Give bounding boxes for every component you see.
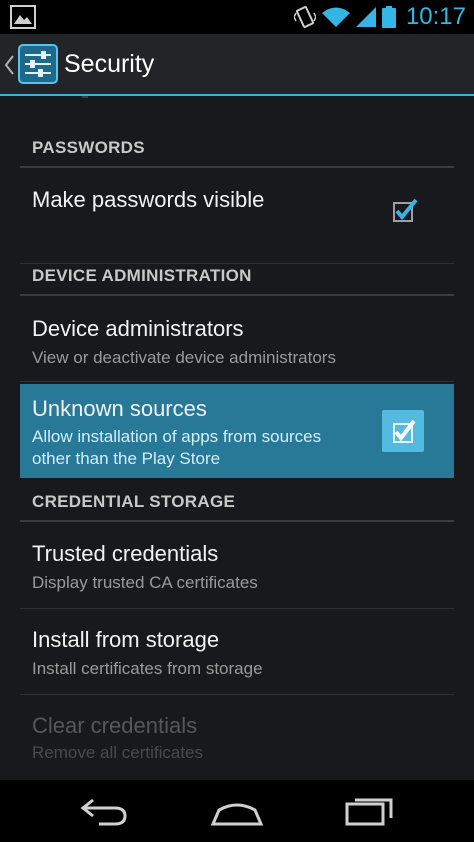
pref-title: Make passwords visible	[32, 187, 265, 212]
section-header-label: PASSWORDS	[32, 138, 145, 157]
section-header-device-administration: DEVICE ADMINISTRATION	[20, 256, 454, 296]
home-icon[interactable]	[209, 794, 265, 828]
action-bar: Security	[0, 34, 474, 96]
pref-trusted-credentials[interactable]: Trusted credentials Display trusted CA c…	[20, 524, 454, 609]
pref-make-passwords-visible[interactable]: Make passwords visible	[20, 170, 454, 264]
chevron-left-icon	[4, 55, 14, 75]
pref-summary-line-2: other than the Play Store	[32, 449, 221, 468]
section-header-label: DEVICE ADMINISTRATION	[32, 266, 252, 285]
status-clock: 10:17	[405, 3, 466, 30]
pref-clear-credentials: Clear credentials Remove all certificate…	[20, 696, 454, 780]
pref-summary: Remove all certificates	[32, 743, 204, 762]
status-icons: 10:17	[293, 3, 466, 31]
battery-icon	[381, 6, 396, 28]
pref-summary: Display trusted CA certificates	[32, 573, 258, 592]
vibrate-icon	[293, 6, 316, 28]
pref-title: Trusted credentials	[32, 541, 219, 566]
scrolled-item-edge	[82, 96, 88, 98]
section-header-passwords: PASSWORDS	[20, 128, 454, 168]
section-header-label: CREDENTIAL STORAGE	[32, 492, 236, 511]
pref-title: Install from storage	[32, 627, 220, 652]
checkbox-checked-icon[interactable]	[382, 410, 424, 452]
cell-signal-icon	[355, 7, 376, 27]
pref-summary: Install certificates from storage	[32, 659, 263, 678]
checkbox-checked-icon[interactable]	[392, 197, 418, 223]
section-header-credential-storage: CREDENTIAL STORAGE	[20, 482, 454, 522]
pref-summary-line-1: Allow installation of apps from sources	[32, 427, 322, 446]
gallery-notification-icon	[10, 5, 36, 29]
pref-device-administrators[interactable]: Device administrators View or deactivate…	[20, 298, 454, 382]
pref-summary: View or deactivate device administrators	[32, 348, 336, 367]
pref-install-from-storage[interactable]: Install from storage Install certificate…	[20, 610, 454, 695]
page-title: Security	[64, 50, 155, 78]
pref-title: Unknown sources	[32, 396, 207, 421]
status-bar: 10:17	[0, 0, 474, 34]
pref-title: Device administrators	[32, 316, 244, 341]
settings-list[interactable]: PASSWORDS Make passwords visible DEVICE …	[0, 96, 474, 780]
navigation-bar	[0, 780, 474, 842]
pref-unknown-sources[interactable]: Unknown sources Allow installation of ap…	[20, 384, 454, 478]
recent-apps-icon[interactable]	[341, 794, 397, 828]
wifi-icon	[321, 7, 350, 27]
back-icon[interactable]	[77, 794, 133, 828]
pref-title: Clear credentials	[32, 713, 198, 738]
settings-sliders-icon	[18, 44, 58, 84]
